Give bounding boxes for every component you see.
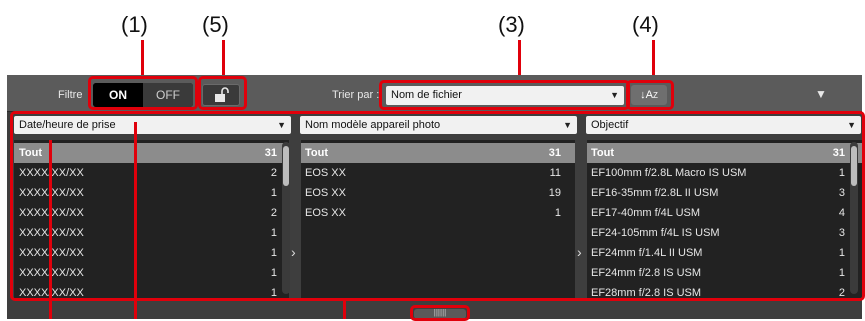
- callout-1: (1): [121, 12, 148, 37]
- callout-5: (5): [202, 12, 229, 37]
- callout-line-col1: [49, 140, 52, 302]
- callout-box-1: [88, 76, 198, 110]
- callout-3: (3): [498, 12, 525, 37]
- callout-line-4: [652, 40, 655, 76]
- callout-box-columns: [10, 111, 865, 301]
- sort-by-label: Trier par :: [332, 89, 380, 101]
- callout-box-4: [626, 80, 674, 110]
- callout-line-bottom-3: [343, 300, 346, 319]
- collapse-panel-icon[interactable]: ▼: [815, 87, 827, 101]
- callout-line-bottom-1: [49, 300, 52, 319]
- callout-line-5: [222, 40, 225, 76]
- filter-label: Filtre: [58, 89, 83, 101]
- callout-4: (4): [632, 12, 659, 37]
- callout-box-5: [198, 76, 247, 110]
- callout-line-1: [141, 40, 144, 76]
- callout-line-3: [518, 40, 521, 76]
- callout-box-3: [379, 80, 630, 110]
- callout-line-bottom-2: [134, 122, 137, 319]
